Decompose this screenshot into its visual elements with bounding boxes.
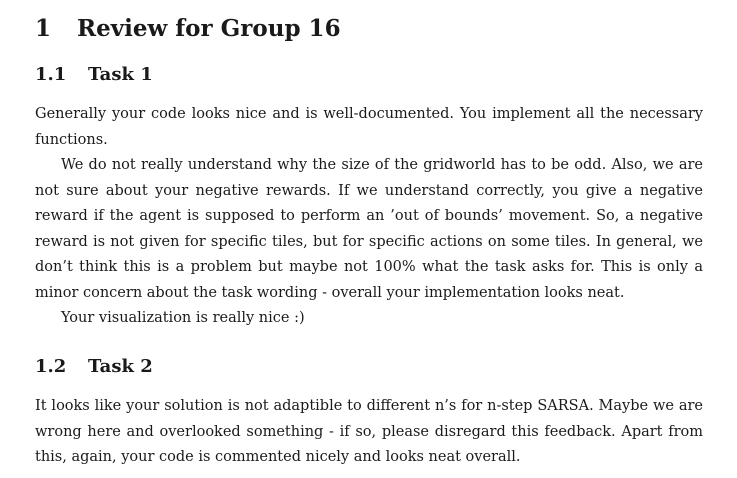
paragraph: Your visualization is really nice :)	[61, 310, 305, 326]
subsection-heading-task-2: 1.2 Task 2	[35, 355, 153, 379]
section-title: Review for Group 16	[77, 15, 341, 42]
section-heading: 1 Review for Group 16	[35, 14, 341, 44]
subsection-number: 1.2	[35, 356, 67, 377]
paragraph: We do not really understand why the size…	[35, 157, 703, 301]
subsection-title: Task 2	[88, 356, 153, 377]
subsection-number: 1.1	[35, 64, 67, 85]
paragraph: Generally your code looks nice and is we…	[35, 106, 703, 148]
subsection-heading-task-1: 1.1 Task 1	[35, 63, 153, 87]
paragraph: It looks like your solution is not adapt…	[35, 398, 703, 465]
section-number: 1	[35, 15, 52, 42]
document-page: 1 Review for Group 16 1.1 Task 1 Generally…	[0, 0, 737, 478]
subsection-title: Task 1	[88, 64, 153, 85]
